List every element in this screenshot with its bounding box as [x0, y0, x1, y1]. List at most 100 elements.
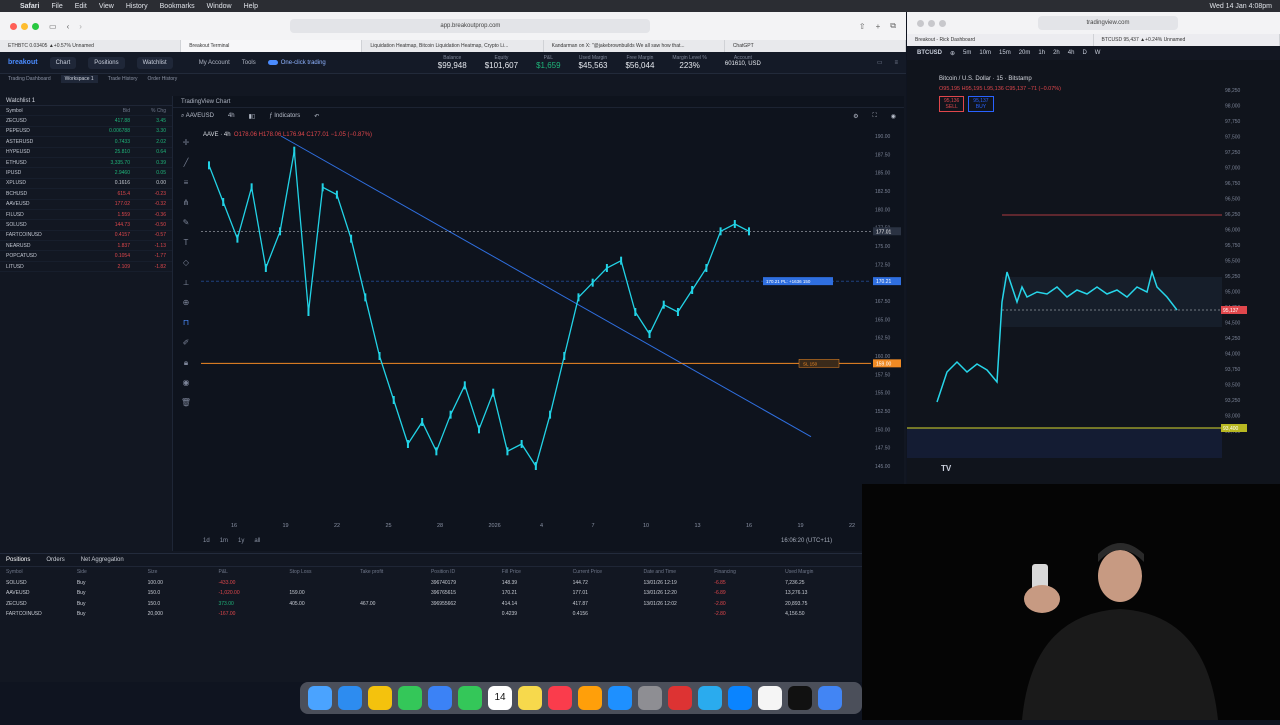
position-column-header[interactable]: Used Margin — [785, 569, 856, 575]
tab-x-post[interactable]: Kandarman on X: "@jakebrownbuilds We all… — [544, 40, 725, 52]
watchlist-row[interactable]: FILUSD1.559-0.36 — [0, 210, 172, 220]
telegram-icon[interactable] — [698, 686, 722, 710]
my-account-button[interactable]: My Account — [199, 60, 230, 66]
minimize-window-icon[interactable] — [928, 20, 935, 27]
tv-symbol[interactable]: BTCUSD — [917, 50, 942, 56]
trendline[interactable] — [281, 136, 811, 437]
position-column-header[interactable]: Fill Price — [502, 569, 573, 575]
tv-timeframe[interactable]: 20m — [1019, 50, 1031, 56]
tab-btcusd[interactable]: BTCUSD 95,437 ▲+0.24% Unnamed — [1094, 34, 1280, 46]
crosshair-icon[interactable]: ✛ — [178, 138, 194, 158]
menubar-clock[interactable]: Wed 14 Jan 4:08pm — [1209, 3, 1272, 10]
back-icon[interactable]: ‹ — [67, 22, 70, 31]
account-selector[interactable]: Account601610, USD — [725, 55, 761, 70]
watchlist-row[interactable]: FARTCOINUSD0.4157-0.57 — [0, 231, 172, 241]
chatgpt-icon[interactable] — [788, 686, 812, 710]
menu-bookmarks[interactable]: Bookmarks — [160, 3, 195, 10]
facetime-icon[interactable] — [458, 686, 482, 710]
tv-timeframe[interactable]: 5m — [963, 50, 971, 56]
price-chart[interactable]: 190.00187.50185.00182.50180.00177.50175.… — [201, 126, 901, 526]
menu-safari[interactable]: Safari — [20, 3, 39, 10]
position-row[interactable]: SOLUSDBuy100.00-433.00396740179148.39144… — [0, 578, 862, 589]
tv-timeframe[interactable]: 15m — [999, 50, 1011, 56]
watchlist-row[interactable]: IPUSD2.94600.05 — [0, 168, 172, 178]
chrome-icon[interactable] — [368, 686, 392, 710]
position-column-header[interactable]: Date and Time — [643, 569, 714, 575]
undo-icon[interactable]: ↶ — [314, 113, 319, 120]
layout-icon[interactable]: ▭ — [877, 59, 883, 66]
watchlist-row[interactable]: NEARUSD1.837-1.13 — [0, 241, 172, 251]
tradingview-logo[interactable]: TV — [941, 464, 951, 473]
mail-icon[interactable] — [428, 686, 452, 710]
appstore-icon[interactable] — [608, 686, 632, 710]
calendar-icon[interactable]: 14 — [488, 686, 512, 710]
tv-timeframe[interactable]: 1h — [1038, 50, 1045, 56]
position-row[interactable]: ZECUSDBuy150.0373.00405.00467.0039695566… — [0, 599, 862, 610]
breakout-logo[interactable]: breakout — [8, 59, 38, 66]
menu-view[interactable]: View — [99, 3, 114, 10]
chart-clock[interactable]: 16:06:20 (UTC+11) — [781, 538, 832, 544]
menu-window[interactable]: Window — [207, 3, 232, 10]
position-column-header[interactable]: Financing — [714, 569, 785, 575]
position-row[interactable]: AAVEUSDBuy150.0-1,020.00159.003967656151… — [0, 588, 862, 599]
text-icon[interactable]: T — [178, 238, 194, 258]
right-address-bar[interactable]: tradingview.com — [1038, 16, 1178, 30]
close-window-icon[interactable] — [10, 23, 17, 30]
safari-icon[interactable] — [338, 686, 362, 710]
pencil-icon[interactable]: ✐ — [178, 338, 194, 358]
range-1y[interactable]: 1y — [238, 538, 244, 544]
parallels-icon[interactable] — [668, 686, 692, 710]
tv-timeframe[interactable]: D — [1082, 50, 1086, 56]
trash-icon[interactable]: 🗑︎ — [178, 398, 194, 418]
menu-file[interactable]: File — [51, 3, 62, 10]
tools-button[interactable]: Tools — [242, 60, 256, 66]
fork-icon[interactable]: ⋔ — [178, 198, 194, 218]
eye-icon[interactable]: ◉ — [178, 378, 194, 398]
nav-positions[interactable]: Positions — [88, 57, 124, 69]
tab-breakout-terminal[interactable]: Breakout Terminal — [181, 40, 362, 52]
watchlist-row[interactable]: HYPEUSD25.8100.64 — [0, 148, 172, 158]
music-icon[interactable] — [548, 686, 572, 710]
nav-trade-history[interactable]: Trade History — [108, 76, 138, 82]
zoom-window-icon[interactable] — [32, 23, 39, 30]
screenflow-icon[interactable] — [728, 686, 752, 710]
watchlist-row[interactable]: POPCATUSD0.1054-1.77 — [0, 251, 172, 261]
nav-chart[interactable]: Chart — [50, 57, 77, 69]
one-click-toggle[interactable]: One-click trading — [268, 60, 326, 66]
btc-chart[interactable]: 98,25098,00097,75097,50097,25097,00096,7… — [907, 72, 1280, 484]
watchlist-title[interactable]: Watchlist 1 — [6, 98, 35, 104]
address-bar[interactable]: app.breakoutprop.com — [290, 19, 650, 33]
watchlist-row[interactable]: ETHUSD3,335.700.39 — [0, 158, 172, 168]
tab-ethbtc[interactable]: ETHBTC 0.03405 ▲+0.57% Unnamed — [0, 40, 181, 52]
share-icon[interactable]: ⇧ — [859, 22, 866, 31]
new-tab-icon[interactable]: + — [876, 22, 881, 31]
settings-icon[interactable] — [638, 686, 662, 710]
position-column-header[interactable]: Side — [77, 569, 148, 575]
tab-orders[interactable]: Orders — [46, 557, 64, 563]
settings-icon[interactable]: ⚙ — [853, 113, 858, 120]
tv-timeframe[interactable]: 4h — [1068, 50, 1075, 56]
finder-icon[interactable] — [308, 686, 332, 710]
textedit-icon[interactable] — [758, 686, 782, 710]
ruler-icon[interactable]: ⟂ — [178, 278, 194, 298]
tab-breakout-dashboard[interactable]: Breakout - Rick Dashboard — [907, 34, 1094, 46]
position-column-header[interactable]: Stop Loss — [289, 569, 360, 575]
brush-icon[interactable]: ✎ — [178, 218, 194, 238]
tab-net-aggregation[interactable]: Net Aggregation — [81, 557, 124, 563]
trendline-icon[interactable]: ╱ — [178, 158, 194, 178]
nav-order-history[interactable]: Order History — [148, 76, 178, 82]
tv-timeframe[interactable]: 10m — [979, 50, 991, 56]
menu-help[interactable]: Help — [244, 3, 258, 10]
forward-icon[interactable]: › — [79, 22, 82, 31]
notes-icon[interactable] — [518, 686, 542, 710]
tab-chatgpt[interactable]: ChatGPT — [725, 40, 906, 52]
sidebar-icon[interactable]: ▭ — [49, 22, 57, 31]
watchlist-row[interactable]: BCHUSD615.4-0.23 — [0, 189, 172, 199]
nav-workspace-1[interactable]: Workspace 1 — [61, 75, 98, 83]
hline-icon[interactable]: ≡ — [178, 178, 194, 198]
lock-icon[interactable]: 🔒︎ — [178, 358, 194, 378]
watchlist-row[interactable]: LITUSD2.109-1.82 — [0, 262, 172, 272]
menu-history[interactable]: History — [126, 3, 148, 10]
tv-timeframe[interactable]: 2h — [1053, 50, 1060, 56]
position-column-header[interactable]: Take profit — [360, 569, 431, 575]
